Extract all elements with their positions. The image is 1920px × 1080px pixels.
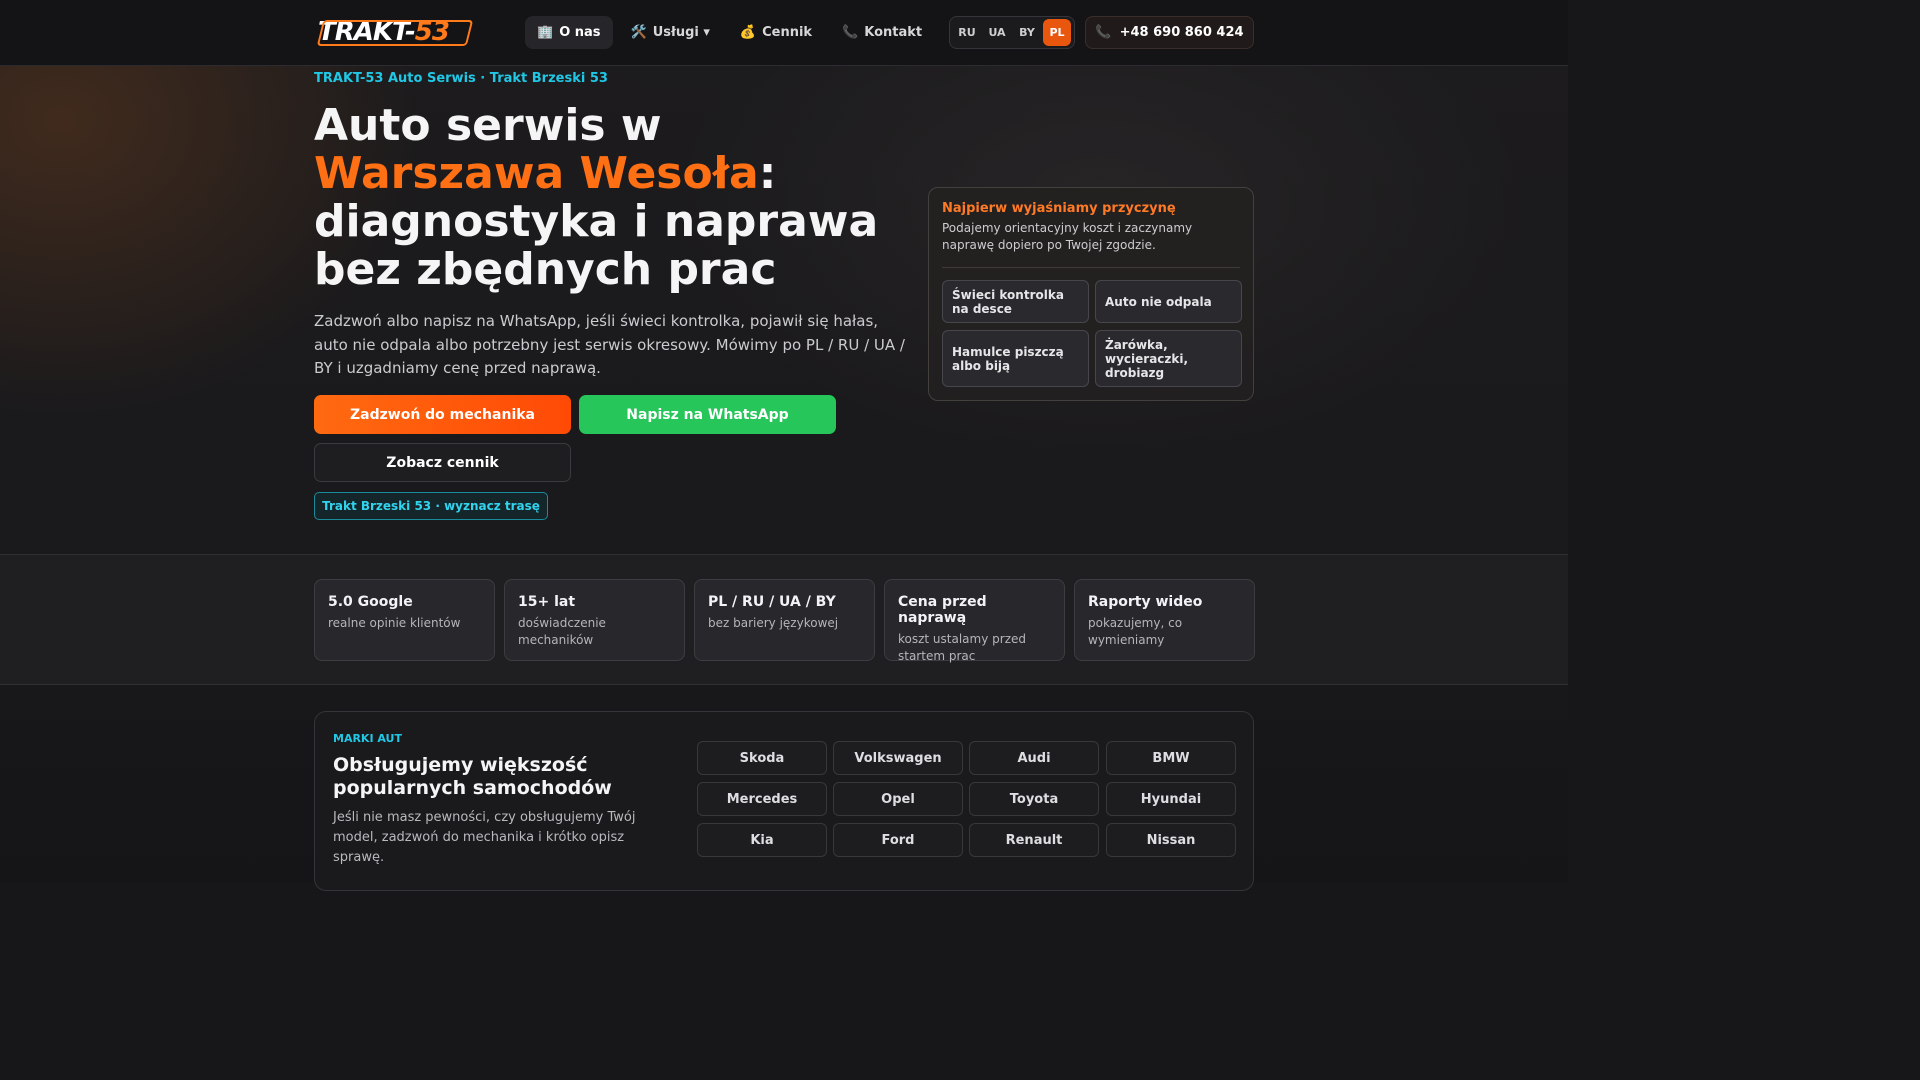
tools-icon: 🛠️ xyxy=(630,25,647,40)
problem-tile[interactable]: Świeci kontrolka na desce xyxy=(942,280,1089,323)
brand-chip[interactable]: Ford xyxy=(833,823,963,857)
stat-card: 5.0 Google realne opinie klientów xyxy=(314,579,495,661)
hero-title-colon: : xyxy=(758,148,777,199)
stat-subtitle: pokazujemy, co wymieniamy xyxy=(1088,616,1183,647)
stat-title: 5.0 Google xyxy=(328,594,413,610)
logo[interactable]: TRAKT-53 xyxy=(316,16,474,48)
card-divider xyxy=(942,267,1240,268)
brand-chip[interactable]: Volkswagen xyxy=(833,741,963,775)
menu-item-prices[interactable]: 💰 Cennik xyxy=(728,16,824,49)
lang-ru-button[interactable]: RU xyxy=(953,19,981,46)
menu-label: Kontakt xyxy=(864,25,923,40)
stat-card: 15+ lat doświadczenie mechaników xyxy=(504,579,685,661)
stat-subtitle: bez bariery językowej xyxy=(708,616,839,630)
hero-title-line: Auto serwis w xyxy=(314,100,662,151)
problem-tile[interactable]: Żarówka, wycieraczki, drobiazg xyxy=(1095,330,1242,387)
brand-chip[interactable]: Nissan xyxy=(1106,823,1236,857)
lang-ua-button[interactable]: UA xyxy=(983,19,1011,46)
card-text: Podajemy orientacyjny koszt i zaczynamy … xyxy=(942,221,1193,252)
hero-title: Auto serwis w Warszawa Wesoła: diagnosty… xyxy=(314,102,914,294)
hero-title-line: bez zbędnych prac xyxy=(314,244,777,295)
stat-card: Cena przed naprawą koszt ustalamy przed … xyxy=(884,579,1065,663)
brand-chip[interactable]: Skoda xyxy=(697,741,827,775)
hero-lead: Zadzwoń albo napisz na WhatsApp, jeśli ś… xyxy=(314,312,905,377)
stat-subtitle: realne opinie klientów xyxy=(328,616,461,630)
main-menu: 🏢 O nas 🛠️ Usługi ▾ 💰 Cennik 📞 Kontakt xyxy=(525,16,934,49)
route-link[interactable]: Trakt Brzeski 53 · wyznacz trasę xyxy=(314,492,548,520)
stat-card: Raporty wideo pokazujemy, co wymieniamy xyxy=(1074,579,1255,661)
card-title: Najpierw wyjaśniamy przyczynę xyxy=(942,201,1176,216)
call-mechanic-button[interactable]: Zadzwoń do mechanika xyxy=(314,395,571,434)
stat-title: Raporty wideo xyxy=(1088,594,1203,610)
phone-icon: 📞 xyxy=(1095,25,1112,40)
phone-button[interactable]: 📞 +48 690 860 424 xyxy=(1085,16,1254,49)
hero-title-line: Warszawa Wesoła: xyxy=(314,150,914,198)
money-bag-icon: 💰 xyxy=(739,25,757,40)
menu-item-about[interactable]: 🏢 O nas xyxy=(525,16,613,49)
top-navbar: TRAKT-53 🏢 O nas 🛠️ Usługi ▾ 💰 Cennik 📞 … xyxy=(0,0,1568,66)
brand-chip[interactable]: BMW xyxy=(1106,741,1236,775)
stat-title: PL / RU / UA / BY xyxy=(708,594,836,610)
building-icon: 🏢 xyxy=(537,25,554,40)
car-brands-section: MARKI AUT Obsługujemy większość popularn… xyxy=(314,711,1254,891)
problem-tile[interactable]: Hamulce piszczą albo biją xyxy=(942,330,1089,387)
diagnosis-card: Najpierw wyjaśniamy przyczynę Podajemy o… xyxy=(928,187,1254,401)
brands-text: Jeśli nie masz pewności, czy obsługujemy… xyxy=(333,810,636,865)
stat-card: PL / RU / UA / BY bez bariery językowej xyxy=(694,579,875,661)
stat-title: 15+ lat xyxy=(518,594,576,610)
stat-title: Cena przed naprawą xyxy=(898,594,987,626)
brand-chip[interactable]: Audi xyxy=(969,741,1099,775)
brand-chip[interactable]: Renault xyxy=(969,823,1099,857)
hero-title-city: Warszawa Wesoła xyxy=(314,148,759,199)
lang-pl-button[interactable]: PL xyxy=(1043,19,1071,46)
menu-label: Usługi ▾ xyxy=(652,25,710,40)
see-prices-button[interactable]: Zobacz cennik xyxy=(314,443,571,482)
lang-by-button[interactable]: BY xyxy=(1013,19,1041,46)
brand-chip[interactable]: Toyota xyxy=(969,782,1099,816)
brand-chip[interactable]: Opel xyxy=(833,782,963,816)
brands-kicker: MARKI AUT xyxy=(333,732,402,745)
phone-icon: 📞 xyxy=(842,25,859,40)
logo-frame xyxy=(316,20,474,46)
whatsapp-button[interactable]: Napisz na WhatsApp xyxy=(579,395,836,434)
menu-item-contact[interactable]: 📞 Kontakt xyxy=(830,16,934,49)
brand-chip[interactable]: Kia xyxy=(697,823,827,857)
menu-label: Cennik xyxy=(762,25,813,40)
language-switcher: RU UA BY PL xyxy=(949,16,1075,49)
brand-chip[interactable]: Hyundai xyxy=(1106,782,1236,816)
hero-kicker: TRAKT-53 Auto Serwis · Trakt Brzeski 53 xyxy=(314,71,608,86)
menu-item-services[interactable]: 🛠️ Usługi ▾ xyxy=(619,16,722,49)
hero-title-line: diagnostyka i naprawa xyxy=(314,196,879,247)
phone-number: +48 690 860 424 xyxy=(1119,25,1244,40)
stat-subtitle: koszt ustalamy przed startem prac xyxy=(898,632,1026,663)
brand-chip[interactable]: Mercedes xyxy=(697,782,827,816)
brands-title: Obsługujemy większość popularnych samoch… xyxy=(333,754,612,799)
stat-subtitle: doświadczenie mechaników xyxy=(518,616,606,647)
problem-tile[interactable]: Auto nie odpala xyxy=(1095,280,1242,323)
menu-label: O nas xyxy=(559,25,601,40)
